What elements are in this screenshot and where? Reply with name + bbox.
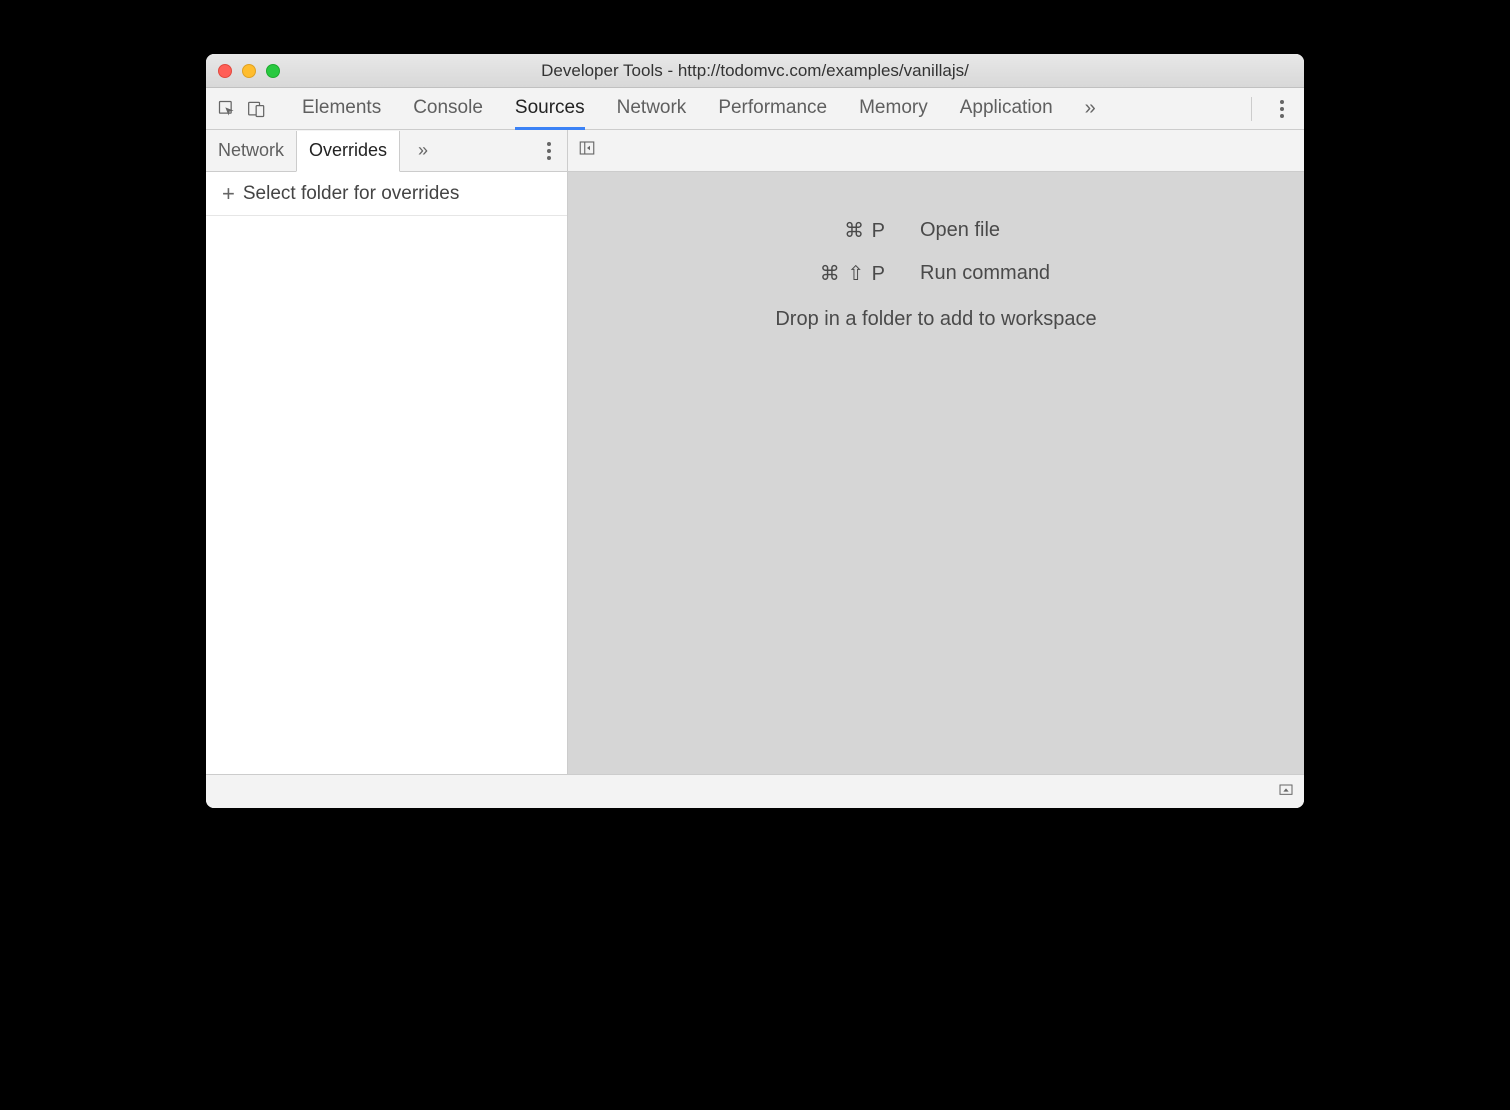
minimize-window-button[interactable] bbox=[242, 64, 256, 78]
close-window-button[interactable] bbox=[218, 64, 232, 78]
devtools-window: Developer Tools - http://todomvc.com/exa… bbox=[206, 54, 1304, 808]
navigator-sidebar: + Select folder for overrides bbox=[206, 172, 568, 774]
toggle-navigator-icon[interactable] bbox=[578, 139, 596, 162]
run-command-label: Run command bbox=[920, 262, 1146, 285]
window-controls bbox=[218, 64, 280, 78]
open-file-label: Open file bbox=[920, 219, 1146, 242]
main-toolbar: Elements Console Sources Network Perform… bbox=[206, 88, 1304, 130]
navigator-tabs: Network Overrides » bbox=[206, 130, 568, 171]
subtab-network[interactable]: Network bbox=[206, 130, 296, 171]
sources-body: + Select folder for overrides ⌘ P Open f… bbox=[206, 172, 1304, 774]
editor-hints: ⌘ P Open file ⌘ ⇧ P Run command Drop in … bbox=[568, 172, 1304, 331]
window-titlebar: Developer Tools - http://todomvc.com/exa… bbox=[206, 54, 1304, 88]
device-toolbar-icon[interactable] bbox=[242, 88, 272, 130]
subtabs-overflow-icon[interactable]: » bbox=[418, 140, 428, 161]
editor-placeholder: ⌘ P Open file ⌘ ⇧ P Run command Drop in … bbox=[568, 172, 1304, 774]
settings-menu-icon[interactable] bbox=[1272, 92, 1292, 126]
panel-tabs: Elements Console Sources Network Perform… bbox=[302, 88, 1053, 129]
tab-performance[interactable]: Performance bbox=[718, 88, 827, 130]
select-folder-label: Select folder for overrides bbox=[243, 183, 460, 205]
maximize-window-button[interactable] bbox=[266, 64, 280, 78]
window-title: Developer Tools - http://todomvc.com/exa… bbox=[206, 61, 1304, 81]
tab-console[interactable]: Console bbox=[413, 88, 483, 130]
tab-elements[interactable]: Elements bbox=[302, 88, 381, 130]
run-command-shortcut: ⌘ ⇧ P bbox=[726, 261, 886, 286]
hint-open-file: ⌘ P Open file bbox=[726, 218, 1146, 243]
open-file-shortcut: ⌘ P bbox=[726, 218, 886, 243]
tab-network[interactable]: Network bbox=[617, 88, 687, 130]
tabs-overflow-icon[interactable]: » bbox=[1085, 97, 1096, 120]
toolbar-right bbox=[1251, 92, 1298, 126]
hint-run-command: ⌘ ⇧ P Run command bbox=[726, 261, 1146, 286]
sources-subtabs-row: Network Overrides » bbox=[206, 130, 1304, 172]
bottom-bar bbox=[206, 774, 1304, 808]
tab-application[interactable]: Application bbox=[960, 88, 1053, 130]
select-folder-button[interactable]: + Select folder for overrides bbox=[206, 172, 567, 216]
inspect-element-icon[interactable] bbox=[212, 88, 242, 130]
plus-icon: + bbox=[222, 181, 235, 207]
tab-memory[interactable]: Memory bbox=[859, 88, 928, 130]
drop-folder-hint: Drop in a folder to add to workspace bbox=[775, 308, 1096, 331]
navigator-menu-icon[interactable] bbox=[539, 134, 559, 168]
subtab-overrides[interactable]: Overrides bbox=[296, 131, 400, 172]
editor-tabstrip bbox=[568, 130, 1304, 171]
tab-sources[interactable]: Sources bbox=[515, 88, 585, 130]
show-drawer-icon[interactable] bbox=[1278, 781, 1294, 802]
toolbar-divider bbox=[1251, 97, 1252, 121]
